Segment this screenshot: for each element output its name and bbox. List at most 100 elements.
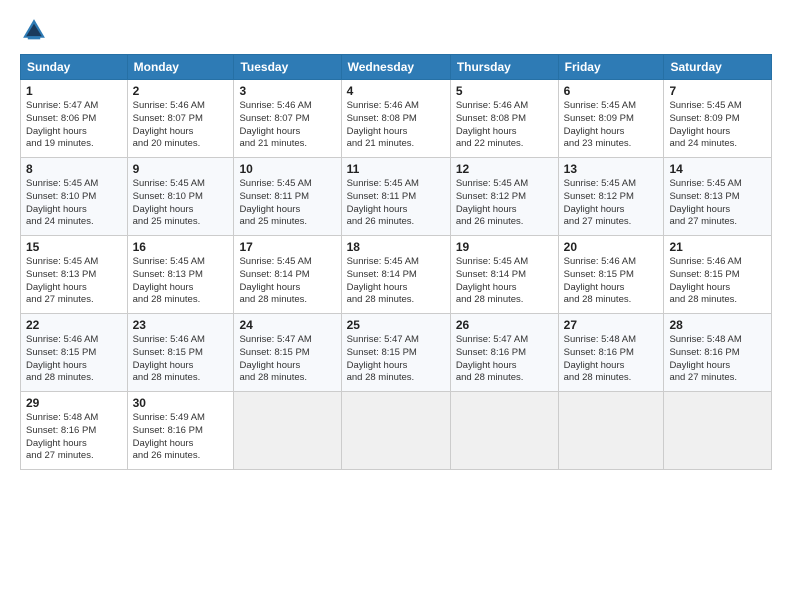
day-info: Sunrise: 5:45 AMSunset: 8:12 PMDaylight …: [564, 178, 659, 229]
calendar-cell: 22 Sunrise: 5:46 AMSunset: 8:15 PMDaylig…: [21, 314, 128, 392]
week-row-3: 15 Sunrise: 5:45 AMSunset: 8:13 PMDaylig…: [21, 236, 772, 314]
day-number: 16: [133, 240, 229, 254]
day-info: Sunrise: 5:45 AMSunset: 8:14 PMDaylight …: [239, 256, 335, 307]
day-info: Sunrise: 5:47 AMSunset: 8:16 PMDaylight …: [456, 334, 553, 385]
weekday-header-friday: Friday: [558, 55, 664, 80]
day-number: 9: [133, 162, 229, 176]
day-info: Sunrise: 5:48 AMSunset: 8:16 PMDaylight …: [26, 412, 122, 463]
day-info: Sunrise: 5:45 AMSunset: 8:12 PMDaylight …: [456, 178, 553, 229]
day-number: 17: [239, 240, 335, 254]
calendar-cell: 23 Sunrise: 5:46 AMSunset: 8:15 PMDaylig…: [127, 314, 234, 392]
calendar-cell: 29 Sunrise: 5:48 AMSunset: 8:16 PMDaylig…: [21, 392, 128, 470]
calendar-cell: 10 Sunrise: 5:45 AMSunset: 8:11 PMDaylig…: [234, 158, 341, 236]
day-info: Sunrise: 5:45 AMSunset: 8:10 PMDaylight …: [133, 178, 229, 229]
day-number: 14: [669, 162, 766, 176]
day-number: 29: [26, 396, 122, 410]
week-row-4: 22 Sunrise: 5:46 AMSunset: 8:15 PMDaylig…: [21, 314, 772, 392]
day-number: 28: [669, 318, 766, 332]
weekday-header-monday: Monday: [127, 55, 234, 80]
day-number: 22: [26, 318, 122, 332]
week-row-5: 29 Sunrise: 5:48 AMSunset: 8:16 PMDaylig…: [21, 392, 772, 470]
day-number: 12: [456, 162, 553, 176]
calendar-cell: 26 Sunrise: 5:47 AMSunset: 8:16 PMDaylig…: [450, 314, 558, 392]
weekday-header-thursday: Thursday: [450, 55, 558, 80]
logo-icon: [20, 16, 48, 44]
calendar-cell: 12 Sunrise: 5:45 AMSunset: 8:12 PMDaylig…: [450, 158, 558, 236]
calendar-cell: 5 Sunrise: 5:46 AMSunset: 8:08 PMDayligh…: [450, 80, 558, 158]
week-row-2: 8 Sunrise: 5:45 AMSunset: 8:10 PMDayligh…: [21, 158, 772, 236]
day-number: 10: [239, 162, 335, 176]
day-info: Sunrise: 5:45 AMSunset: 8:09 PMDaylight …: [669, 100, 766, 151]
day-info: Sunrise: 5:46 AMSunset: 8:15 PMDaylight …: [669, 256, 766, 307]
day-info: Sunrise: 5:45 AMSunset: 8:13 PMDaylight …: [26, 256, 122, 307]
day-info: Sunrise: 5:46 AMSunset: 8:15 PMDaylight …: [26, 334, 122, 385]
page: SundayMondayTuesdayWednesdayThursdayFrid…: [0, 0, 792, 612]
weekday-header-saturday: Saturday: [664, 55, 772, 80]
day-number: 27: [564, 318, 659, 332]
calendar-cell: 27 Sunrise: 5:48 AMSunset: 8:16 PMDaylig…: [558, 314, 664, 392]
week-row-1: 1 Sunrise: 5:47 AMSunset: 8:06 PMDayligh…: [21, 80, 772, 158]
day-info: Sunrise: 5:46 AMSunset: 8:07 PMDaylight …: [239, 100, 335, 151]
day-info: Sunrise: 5:45 AMSunset: 8:14 PMDaylight …: [347, 256, 445, 307]
calendar-cell: 20 Sunrise: 5:46 AMSunset: 8:15 PMDaylig…: [558, 236, 664, 314]
calendar-cell: 21 Sunrise: 5:46 AMSunset: 8:15 PMDaylig…: [664, 236, 772, 314]
day-number: 8: [26, 162, 122, 176]
calendar-cell: 13 Sunrise: 5:45 AMSunset: 8:12 PMDaylig…: [558, 158, 664, 236]
weekday-header-tuesday: Tuesday: [234, 55, 341, 80]
day-info: Sunrise: 5:46 AMSunset: 8:15 PMDaylight …: [133, 334, 229, 385]
day-info: Sunrise: 5:45 AMSunset: 8:11 PMDaylight …: [239, 178, 335, 229]
day-number: 24: [239, 318, 335, 332]
calendar-cell: 16 Sunrise: 5:45 AMSunset: 8:13 PMDaylig…: [127, 236, 234, 314]
calendar-cell: [234, 392, 341, 470]
calendar-cell: 17 Sunrise: 5:45 AMSunset: 8:14 PMDaylig…: [234, 236, 341, 314]
day-number: 4: [347, 84, 445, 98]
day-info: Sunrise: 5:45 AMSunset: 8:14 PMDaylight …: [456, 256, 553, 307]
day-number: 30: [133, 396, 229, 410]
day-number: 23: [133, 318, 229, 332]
day-info: Sunrise: 5:45 AMSunset: 8:11 PMDaylight …: [347, 178, 445, 229]
calendar-cell: 18 Sunrise: 5:45 AMSunset: 8:14 PMDaylig…: [341, 236, 450, 314]
calendar-table: SundayMondayTuesdayWednesdayThursdayFrid…: [20, 54, 772, 470]
calendar-cell: 3 Sunrise: 5:46 AMSunset: 8:07 PMDayligh…: [234, 80, 341, 158]
header: [20, 16, 772, 44]
calendar-cell: 24 Sunrise: 5:47 AMSunset: 8:15 PMDaylig…: [234, 314, 341, 392]
calendar-cell: 1 Sunrise: 5:47 AMSunset: 8:06 PMDayligh…: [21, 80, 128, 158]
day-number: 1: [26, 84, 122, 98]
calendar-cell: 7 Sunrise: 5:45 AMSunset: 8:09 PMDayligh…: [664, 80, 772, 158]
day-info: Sunrise: 5:46 AMSunset: 8:15 PMDaylight …: [564, 256, 659, 307]
day-number: 3: [239, 84, 335, 98]
day-number: 19: [456, 240, 553, 254]
calendar-cell: 15 Sunrise: 5:45 AMSunset: 8:13 PMDaylig…: [21, 236, 128, 314]
calendar-cell: 4 Sunrise: 5:46 AMSunset: 8:08 PMDayligh…: [341, 80, 450, 158]
day-number: 6: [564, 84, 659, 98]
weekday-header-sunday: Sunday: [21, 55, 128, 80]
day-number: 7: [669, 84, 766, 98]
calendar-cell: [664, 392, 772, 470]
calendar-cell: 30 Sunrise: 5:49 AMSunset: 8:16 PMDaylig…: [127, 392, 234, 470]
day-number: 2: [133, 84, 229, 98]
day-number: 11: [347, 162, 445, 176]
day-number: 5: [456, 84, 553, 98]
day-number: 15: [26, 240, 122, 254]
day-info: Sunrise: 5:48 AMSunset: 8:16 PMDaylight …: [669, 334, 766, 385]
day-number: 20: [564, 240, 659, 254]
calendar-cell: [450, 392, 558, 470]
day-info: Sunrise: 5:47 AMSunset: 8:15 PMDaylight …: [347, 334, 445, 385]
day-info: Sunrise: 5:46 AMSunset: 8:08 PMDaylight …: [456, 100, 553, 151]
logo: [20, 16, 52, 44]
day-number: 21: [669, 240, 766, 254]
calendar-cell: 14 Sunrise: 5:45 AMSunset: 8:13 PMDaylig…: [664, 158, 772, 236]
day-info: Sunrise: 5:45 AMSunset: 8:13 PMDaylight …: [669, 178, 766, 229]
day-number: 18: [347, 240, 445, 254]
weekday-header-wednesday: Wednesday: [341, 55, 450, 80]
day-info: Sunrise: 5:46 AMSunset: 8:08 PMDaylight …: [347, 100, 445, 151]
day-info: Sunrise: 5:48 AMSunset: 8:16 PMDaylight …: [564, 334, 659, 385]
calendar-cell: 11 Sunrise: 5:45 AMSunset: 8:11 PMDaylig…: [341, 158, 450, 236]
calendar-cell: [558, 392, 664, 470]
weekday-header-row: SundayMondayTuesdayWednesdayThursdayFrid…: [21, 55, 772, 80]
day-info: Sunrise: 5:45 AMSunset: 8:13 PMDaylight …: [133, 256, 229, 307]
calendar-cell: 9 Sunrise: 5:45 AMSunset: 8:10 PMDayligh…: [127, 158, 234, 236]
calendar-cell: 8 Sunrise: 5:45 AMSunset: 8:10 PMDayligh…: [21, 158, 128, 236]
day-info: Sunrise: 5:47 AMSunset: 8:15 PMDaylight …: [239, 334, 335, 385]
calendar-cell: 6 Sunrise: 5:45 AMSunset: 8:09 PMDayligh…: [558, 80, 664, 158]
